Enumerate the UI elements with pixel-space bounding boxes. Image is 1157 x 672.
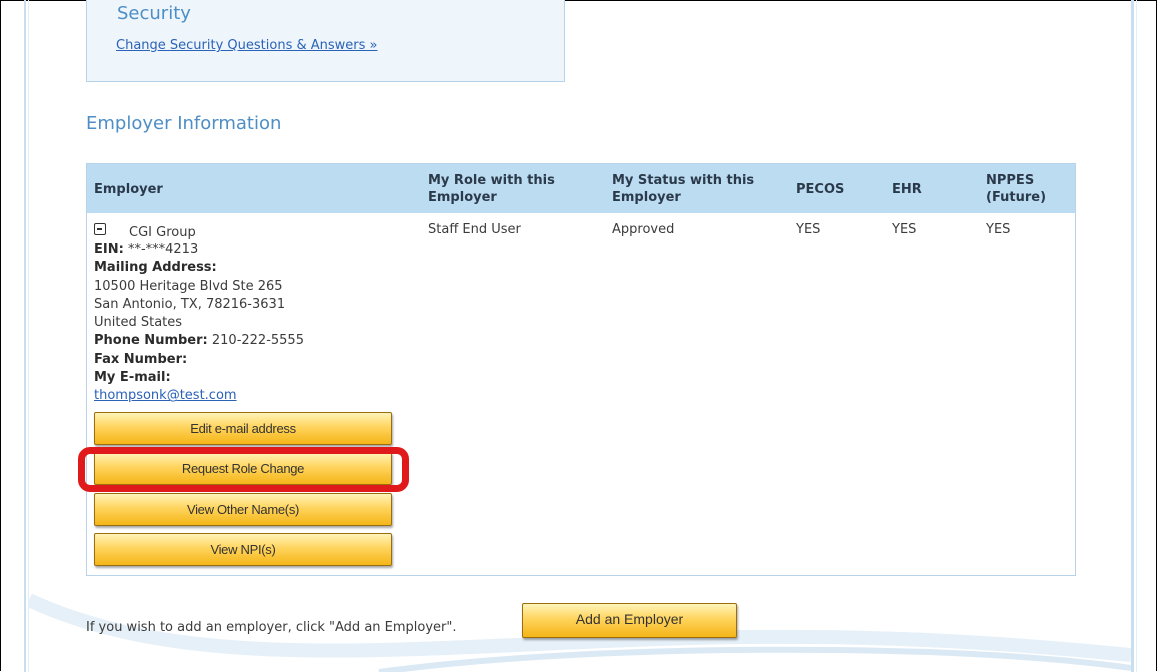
column-header-nppes: NPPES (Future) bbox=[986, 173, 1047, 205]
security-panel: Security Change Security Questions & Ans… bbox=[86, 0, 565, 82]
ein-value: **-***4213 bbox=[127, 242, 199, 257]
column-header-employer: Employer bbox=[94, 182, 163, 197]
ein-label: EIN: bbox=[94, 242, 124, 257]
table-header: Employer My Role with this Employer My S… bbox=[87, 164, 1075, 213]
employer-details: EIN: **-***4213 Mailing Address: 10500 H… bbox=[94, 241, 424, 406]
address-line-2: San Antonio, TX, 78216-3631 bbox=[94, 296, 286, 312]
address-line-1: 10500 Heritage Blvd Ste 265 bbox=[94, 278, 283, 294]
employer-information-title: Employer Information bbox=[86, 113, 282, 134]
address-line-3: United States bbox=[94, 315, 183, 331]
email-label: My E-mail: bbox=[94, 370, 171, 386]
column-header-status: My Status with this Employer bbox=[612, 173, 755, 205]
nppes-value: YES bbox=[986, 222, 1011, 237]
role-value: Staff End User bbox=[428, 222, 521, 237]
security-title: Security bbox=[117, 3, 191, 24]
column-header-ehr: EHR bbox=[892, 182, 922, 197]
pecos-value: YES bbox=[796, 222, 821, 237]
add-employer-button[interactable]: Add an Employer bbox=[522, 603, 737, 638]
email-link[interactable]: thompsonk@test.com bbox=[94, 388, 237, 403]
add-employer-instructions: If you wish to add an employer, click "A… bbox=[86, 620, 457, 635]
view-npis-button[interactable]: View NPI(s) bbox=[94, 533, 392, 566]
fax-label: Fax Number: bbox=[94, 351, 188, 367]
ein-row: EIN: **-***4213 bbox=[94, 241, 424, 259]
phone-label: Phone Number: bbox=[94, 333, 208, 349]
column-header-role: My Role with this Employer bbox=[428, 173, 555, 205]
highlight-annotation bbox=[78, 447, 409, 492]
view-other-names-button[interactable]: View Other Name(s) bbox=[94, 493, 392, 526]
employer-name: CGI Group bbox=[129, 225, 196, 240]
ehr-value: YES bbox=[892, 222, 917, 237]
content-border-left bbox=[24, 0, 26, 672]
edit-email-button[interactable]: Edit e-mail address bbox=[94, 412, 392, 445]
content-border-right-inner bbox=[1136, 0, 1137, 672]
phone-value: 210-222-5555 bbox=[211, 333, 304, 349]
collapse-icon[interactable] bbox=[94, 223, 106, 235]
column-header-pecos: PECOS bbox=[796, 182, 845, 197]
mailing-address-label: Mailing Address: bbox=[94, 260, 217, 276]
phone-row: Phone Number: 210-222-5555 bbox=[94, 332, 424, 350]
status-value: Approved bbox=[612, 222, 675, 237]
content-border-left-inner bbox=[28, 0, 29, 672]
change-security-questions-link[interactable]: Change Security Questions & Answers » bbox=[116, 38, 377, 53]
content-border-right bbox=[1131, 0, 1134, 672]
